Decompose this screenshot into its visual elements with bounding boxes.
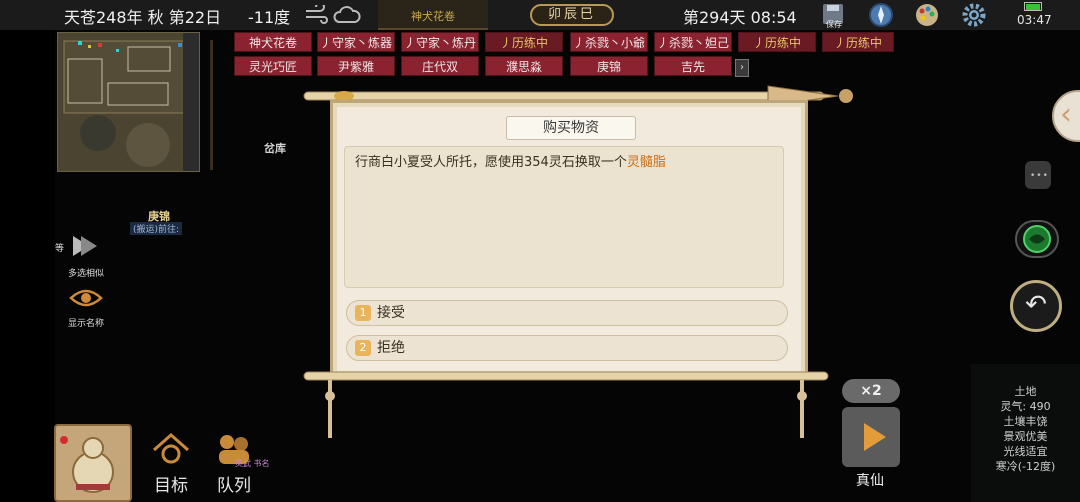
realm-label: 真仙 (856, 473, 884, 489)
tab-row1-2[interactable]: 丿守家丶炼器 (317, 32, 395, 52)
tab-row2-1[interactable]: 灵光巧匠 (234, 56, 312, 76)
goal-icon (153, 432, 189, 464)
gear-icon[interactable] (960, 2, 988, 28)
date-display: 天苍248年 秋 第22日 (64, 8, 222, 27)
save-icon[interactable]: 保存 (820, 2, 848, 28)
top-status-bar: 天苍248年 秋 第22日 -11度 神犬花卷 卯辰巳 第294天 08:54 … (0, 0, 1080, 30)
minimap[interactable] (57, 32, 200, 172)
gourd-item-slot[interactable] (54, 424, 132, 502)
tile-info-line: 光线适宜 (1003, 445, 1048, 458)
speed-multiplier-button[interactable]: ×2 (842, 379, 900, 403)
tab-row1-7[interactable]: 丿历练中 (738, 32, 816, 52)
multi-select-icon (73, 236, 97, 256)
wind-icon (306, 5, 328, 24)
show-names-button[interactable]: 显示名称 (60, 284, 112, 329)
dialog-message: 行商白小夏受人所托，愿使用354灵石换取一个灵髓脂 (344, 146, 784, 288)
tile-info-line: 寒冷(-12度) (995, 460, 1056, 473)
reject-option[interactable]: 2 拒绝 (346, 335, 788, 361)
scroll-rod-bottom (303, 371, 829, 438)
tab-row1-1[interactable]: 神犬花卷 (234, 32, 312, 52)
option-number: 2 (355, 340, 371, 356)
temperature-display: -11度 (248, 8, 291, 27)
tab-row1-8[interactable]: 丿历练中 (822, 32, 894, 52)
chat-bubble-icon[interactable]: ••• (1025, 161, 1051, 189)
tab-more-button[interactable]: › (735, 59, 749, 77)
system-clock: 03:47 (1017, 13, 1052, 27)
dialog-title: 购买物资 (506, 116, 636, 140)
jade-disc-icon[interactable] (1015, 220, 1059, 258)
tile-info-line: 灵气: 490 (1000, 400, 1051, 413)
accept-option[interactable]: 1 接受 (346, 300, 788, 326)
tab-row1-3[interactable]: 丿守家丶炼丹 (401, 32, 479, 52)
compass-icon[interactable] (867, 2, 895, 28)
multi-select-button[interactable]: 多选相似 (60, 232, 112, 279)
zodiac-indicator: 卯辰巳 (530, 4, 614, 26)
season-banner: 神犬花卷 (378, 0, 488, 30)
svg-text:保存: 保存 (826, 19, 842, 28)
option-label: 拒绝 (377, 340, 405, 356)
tile-info-title: 土地 (1014, 385, 1037, 398)
tab-row1-4[interactable]: 丿历练中 (485, 32, 563, 52)
option-label: 接受 (377, 305, 405, 321)
game-day-time: 第294天 08:54 (683, 8, 797, 27)
option-number: 1 (355, 305, 371, 321)
tab-row2-3[interactable]: 庄代双 (401, 56, 479, 76)
gourd-icon (60, 436, 114, 493)
tab-row2-6[interactable]: 吉先 (654, 56, 732, 76)
tile-info-line: 景观优美 (1003, 430, 1048, 443)
goal-button[interactable]: 目标 (150, 432, 192, 496)
tile-info-line: 土壤丰饶 (1003, 415, 1048, 428)
undo-back-icon[interactable]: ↶ (1010, 280, 1062, 332)
message-text: 行商白小夏受人所托，愿使用354灵石换取一个 (355, 155, 627, 170)
tab-row2-5[interactable]: 庚锦 (570, 56, 648, 76)
eye-icon (69, 289, 103, 307)
tab-row2-4[interactable]: 濮思淼 (485, 56, 563, 76)
map-edge (210, 40, 213, 170)
team-sub-label: 灵武 书名 (235, 459, 270, 468)
tab-row1-5[interactable]: 丿杀戮丶小爺 (570, 32, 648, 52)
tab-row2-2[interactable]: 尹紫雅 (317, 56, 395, 76)
left-margin (0, 30, 55, 502)
npc-task-label: (搬运)前往: (130, 222, 183, 235)
team-button[interactable]: 队列 灵武 书名 (213, 432, 270, 496)
tile-info-panel: 土地 灵气: 490 土壤丰饶 景观优美 光线适宜 寒冷(-12度) (971, 364, 1080, 502)
palette-icon[interactable] (913, 2, 941, 28)
cloud-icon (333, 6, 361, 23)
tab-row1-6[interactable]: 丿杀戮丶妲己 (654, 32, 732, 52)
play-icon[interactable] (842, 407, 900, 467)
battery-icon (1024, 2, 1042, 11)
map-location-label: 岔库 (264, 142, 286, 155)
message-item-highlight: 灵髓脂 (626, 155, 666, 170)
